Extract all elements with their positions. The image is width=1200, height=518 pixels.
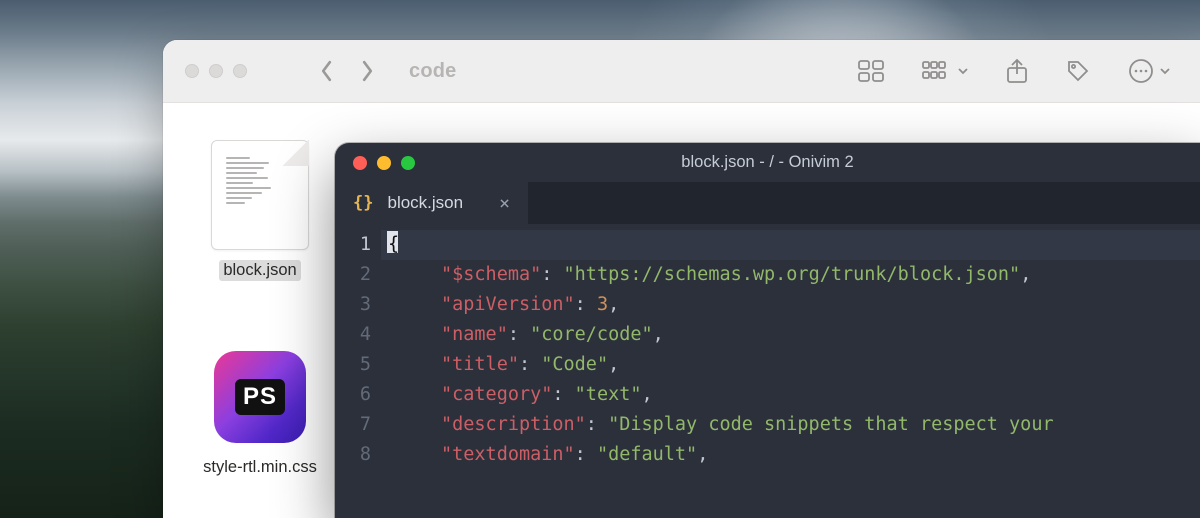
editor-tab-block-json[interactable]: {} block.json × — [335, 182, 528, 224]
line-number-gutter: 12345678 — [335, 224, 381, 518]
finder-zoom-button[interactable] — [233, 64, 247, 78]
code-line[interactable]: "category": "text", — [381, 380, 1200, 410]
finder-back-button[interactable] — [319, 60, 334, 82]
editor-area[interactable]: 12345678 {"$schema": "https://schemas.wp… — [335, 224, 1200, 518]
code-line[interactable]: "apiVersion": 3, — [381, 290, 1200, 320]
file-icon — [211, 140, 309, 250]
chevron-down-icon — [958, 66, 968, 76]
finder-toolbar — [858, 40, 1170, 102]
code-line[interactable]: { — [381, 230, 1200, 260]
tags-button[interactable] — [1066, 59, 1090, 83]
line-number: 7 — [335, 410, 371, 440]
line-number: 1 — [335, 230, 371, 260]
finder-titlebar[interactable]: code — [163, 40, 1200, 103]
onivim-window-title: block.json - / - Onivim 2 — [335, 153, 1200, 172]
json-icon: {} — [353, 193, 373, 213]
code-line[interactable]: "$schema": "https://schemas.wp.org/trunk… — [381, 260, 1200, 290]
onivim-window: block.json - / - Onivim 2 {} block.json … — [335, 143, 1200, 518]
file-label: block.json — [219, 260, 300, 281]
action-menu-button[interactable] — [1128, 58, 1170, 84]
finder-nav — [319, 60, 375, 82]
onivim-titlebar[interactable]: block.json - / - Onivim 2 — [335, 143, 1200, 182]
group-by-button[interactable] — [922, 61, 968, 81]
file-label: style-rtl.min.css — [199, 457, 321, 478]
tab-label: block.json — [387, 193, 463, 213]
code-line[interactable]: "textdomain": "default", — [381, 440, 1200, 470]
finder-forward-button[interactable] — [360, 60, 375, 82]
finder-close-button[interactable] — [185, 64, 199, 78]
line-number: 2 — [335, 260, 371, 290]
line-number: 3 — [335, 290, 371, 320]
code-content[interactable]: {"$schema": "https://schemas.wp.org/trun… — [381, 224, 1200, 518]
tab-close-button[interactable]: × — [499, 193, 510, 214]
view-as-icons-button[interactable] — [858, 60, 884, 82]
finder-minimize-button[interactable] — [209, 64, 223, 78]
line-number: 5 — [335, 350, 371, 380]
onivim-tabbar: {} block.json × — [335, 182, 1200, 224]
chevron-down-icon — [1160, 66, 1170, 76]
code-line[interactable]: "description": "Display code snippets th… — [381, 410, 1200, 440]
share-button[interactable] — [1006, 58, 1028, 84]
finder-folder-title: code — [409, 60, 456, 83]
line-number: 4 — [335, 320, 371, 350]
file-item-block-json[interactable]: block.json — [185, 140, 335, 281]
line-number: 8 — [335, 440, 371, 470]
finder-traffic-lights — [185, 64, 247, 78]
file-item-style-rtl[interactable]: PS style-rtl.min.css — [185, 351, 335, 478]
code-line[interactable]: "name": "core/code", — [381, 320, 1200, 350]
phpstorm-icon: PS — [214, 351, 306, 443]
code-line[interactable]: "title": "Code", — [381, 350, 1200, 380]
line-number: 6 — [335, 380, 371, 410]
